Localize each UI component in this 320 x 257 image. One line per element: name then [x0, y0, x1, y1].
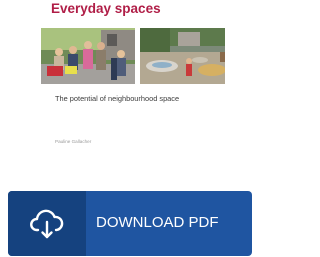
book-preview-page: Everyday spaces The potential of neighbo…: [0, 0, 258, 257]
playground-photo: [140, 28, 225, 84]
book-cover: Everyday spaces The potential of neighbo…: [36, 0, 225, 168]
book-subtitle: The potential of neighbourhood space: [55, 94, 180, 103]
cloud-download-icon: [30, 209, 64, 239]
book-author: Pauline Gallacher: [55, 139, 92, 144]
street-photo: [41, 28, 135, 84]
download-pdf-button[interactable]: DOWNLOAD PDF: [8, 191, 252, 256]
book-title: Everyday spaces: [51, 1, 161, 16]
download-pdf-label: DOWNLOAD PDF: [96, 214, 219, 231]
download-icon-box: [8, 191, 86, 256]
